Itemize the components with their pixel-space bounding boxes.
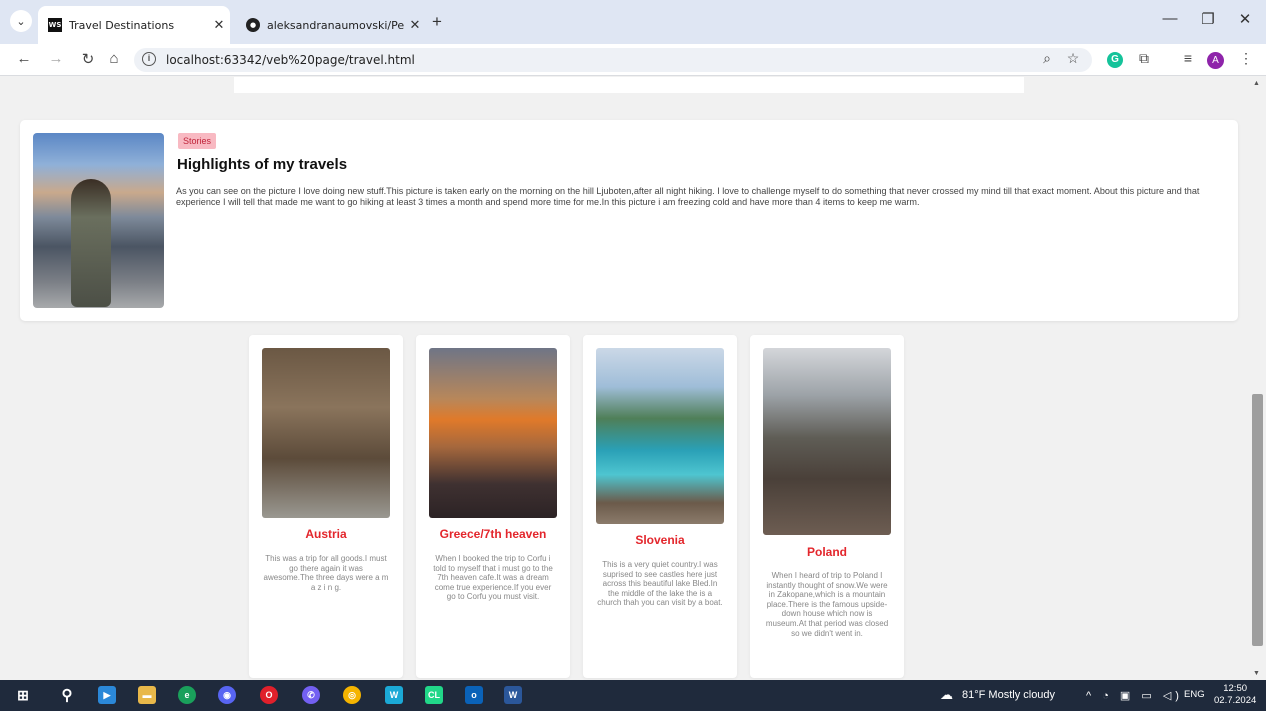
clock-time: 12:50 [1223,683,1248,694]
minimize-icon[interactable]: — [1155,10,1185,27]
greece-photo [429,348,557,518]
destination-card-austria: Austria This was a trip for all goods.I … [249,335,403,678]
viber-icon[interactable]: ✆ [302,686,320,704]
stories-badge: Stories [178,133,217,149]
close-window-icon[interactable]: ✕ [1230,10,1260,28]
scroll-up-icon[interactable]: ▲ [1253,80,1260,87]
omnibox[interactable]: i localhost:63342/veb%20page/travel.html [134,48,1092,72]
previous-section-bottom [234,77,1024,93]
chrome-icon[interactable]: ◎ [343,686,361,704]
destination-card-greece: Greece/7th heaven When I booked the trip… [416,335,570,678]
tab-title: Travel Destinations [69,18,175,32]
scroll-down-icon[interactable]: ▼ [1253,670,1260,677]
webstorm-icon[interactable]: W [385,686,403,704]
language-indicator[interactable]: ENG [1184,689,1205,700]
github-icon: ● [246,18,260,32]
close-tab-icon[interactable]: ✕ [208,18,230,33]
system-tray-icons[interactable]: ^ ◔ ▣ ▭ ◁) [1086,689,1183,702]
card-title: Greece/7th heaven [439,527,547,541]
search-icon[interactable]: ⚲ [58,686,76,704]
scrollbar-thumb[interactable] [1252,394,1263,646]
card-title: Slovenia [635,533,685,547]
file-explorer-icon[interactable]: ▬ [138,686,156,704]
story-heading: Highlights of my travels [177,156,348,173]
destination-card-poland: Poland When I heard of trip to Poland I … [750,335,904,678]
clock-date: 02.7.2024 [1214,695,1257,706]
menu-icon[interactable]: ⋮ [1236,50,1256,67]
austria-photo [262,348,390,518]
story-photo [33,133,164,308]
media-player-icon[interactable]: ▶ [98,686,116,704]
card-title: Austria [305,527,347,541]
new-tab-button[interactable]: + [432,12,442,32]
reload-icon[interactable]: ↻ [78,50,98,68]
page-content: Stories Highlights of my travels As you … [0,77,1250,680]
discord-icon[interactable]: ◉ [218,686,236,704]
weather-icon[interactable]: ☁ [940,687,953,703]
card-text: This is a very quiet country.I was supri… [597,560,723,608]
tab-search-chevron-icon[interactable]: ⌄ [10,10,32,32]
card-text: This was a trip for all goods.I must go … [263,554,389,592]
restore-icon[interactable]: ❐ [1193,10,1223,28]
windows-start-icon[interactable]: ⊞ [14,686,32,704]
opera-icon[interactable]: O [260,686,278,704]
windows-taskbar: ⊞ ⚲ ▶ ▬ e ◉ O ✆ ◎ W CL o W ☁ 81°F Mostly… [0,680,1266,711]
home-icon[interactable]: ⌂ [104,50,124,67]
close-tab-icon[interactable]: ✕ [404,18,426,33]
weather-text[interactable]: 81°F Mostly cloudy [962,689,1055,701]
webstorm-icon: WS [48,18,62,32]
extensions-icon[interactable]: ⧉ [1134,50,1154,67]
tab-title: aleksandranaumovski/Personal [267,18,404,32]
bookmark-star-icon[interactable]: ☆ [1063,50,1083,67]
tab-travel-destinations[interactable]: WS Travel Destinations ✕ [38,6,230,44]
stories-card: Stories Highlights of my travels As you … [20,120,1238,321]
slovenia-photo [596,348,724,524]
zoom-icon[interactable]: ⌕ [1037,50,1057,67]
site-info-icon[interactable]: i [142,52,156,66]
card-text: When I booked the trip to Corfu i told t… [433,554,553,602]
profile-avatar[interactable]: A [1207,52,1224,69]
grammarly-icon[interactable]: G [1107,52,1123,68]
poland-photo [763,348,891,535]
address-toolbar: ← → ↻ ⌂ i localhost:63342/veb%20page/tra… [0,44,1266,76]
reading-list-icon[interactable]: ≡ [1178,50,1198,66]
card-text: When I heard of trip to Poland I instant… [765,571,889,638]
destination-card-slovenia: Slovenia This is a very quiet country.I … [583,335,737,678]
tab-github[interactable]: ● aleksandranaumovski/Personal ✕ [236,6,426,44]
card-title: Poland [806,545,847,559]
word-icon[interactable]: W [504,686,522,704]
url-text[interactable]: localhost:63342/veb%20page/travel.html [166,53,415,67]
tab-strip: ⌄ WS Travel Destinations ✕ ● aleksandran… [0,0,1266,44]
back-icon[interactable]: ← [14,50,34,67]
story-text: As you can see on the picture I love doi… [176,186,1200,207]
forward-icon[interactable]: → [46,50,66,67]
edge-icon[interactable]: e [178,686,196,704]
outlook-icon[interactable]: o [465,686,483,704]
clion-icon[interactable]: CL [425,686,443,704]
clock[interactable]: 12:50 02.7.2024 [1214,683,1256,707]
